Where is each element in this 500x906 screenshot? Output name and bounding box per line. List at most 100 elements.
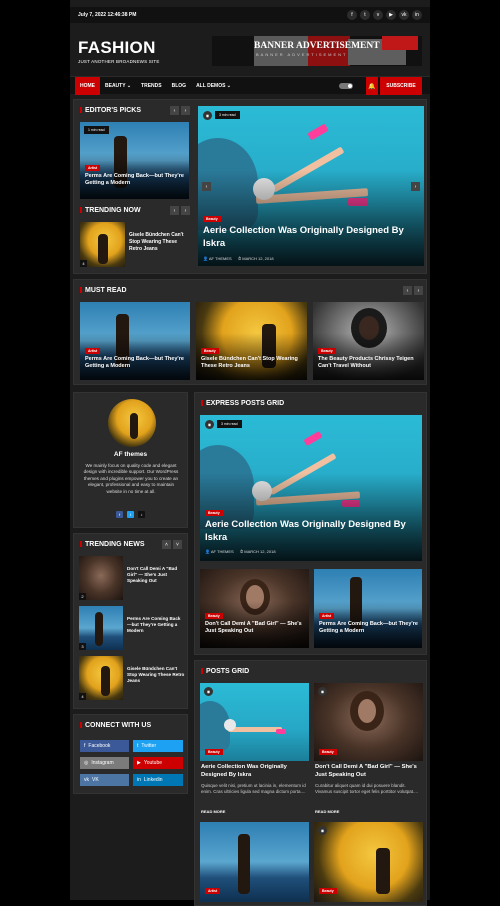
model-figure [238, 834, 250, 894]
must-read-card[interactable]: Beauty Gisele Bündchen Can't Stop Wearin… [196, 302, 307, 380]
grid-post-image[interactable]: ◉ Beauty [314, 822, 423, 902]
post-author[interactable]: 👤 AF THEMES [203, 256, 232, 261]
post-title[interactable]: Don't Call Demi A "Bad Girl" — She's Jus… [315, 764, 423, 780]
nav-item-beauty[interactable]: BEAUTY ⌄ [100, 77, 136, 95]
twitter-icon[interactable]: t [360, 10, 370, 20]
post-title[interactable]: Aerie Collection Was Originally Designed… [201, 764, 307, 780]
grid-post-image[interactable]: ◉ Beauty [314, 683, 423, 761]
grid-post-image[interactable]: Artist [200, 822, 309, 902]
twitter-button[interactable]: t Twitter [133, 740, 183, 752]
instagram-button[interactable]: ◎ Instagram [80, 757, 129, 769]
nav-item-all-demos[interactable]: ALL DEMOS ⌄ [191, 77, 236, 95]
category-badge[interactable]: Beauty [205, 613, 223, 619]
facebook-button[interactable]: f Facebook [80, 740, 129, 752]
model-figure [95, 612, 103, 646]
category-badge[interactable]: Beauty [205, 749, 223, 755]
featured-post-card[interactable]: ◉ 3 min read ‹ › Beauty Aerie Collection… [198, 106, 424, 266]
trending-now-post-title[interactable]: Gisele Bündchen Can't Stop Wearing These… [129, 232, 191, 252]
vk-icon: vk [84, 777, 89, 783]
nav-item-home[interactable]: HOME [75, 77, 100, 95]
camera-icon: ◉ [203, 111, 212, 120]
prev-arrow-icon[interactable]: ‹ [170, 106, 179, 115]
trending-now-thumb[interactable]: 4 [80, 222, 125, 267]
category-badge[interactable]: Beauty [319, 888, 337, 894]
featured-post-title[interactable]: Aerie Collection Was Originally Designed… [203, 225, 413, 251]
main-navigation: HOME BEAUTY ⌄ TRENDS BLOG ALL DEMOS ⌄ 🔔 … [70, 76, 430, 95]
next-arrow-icon[interactable]: › [181, 206, 190, 215]
post-title[interactable]: The Beauty Products Chrissy Teigen Can't… [318, 356, 422, 371]
featured-arrows: › [411, 182, 420, 191]
down-arrow-icon[interactable]: ˅ [173, 540, 182, 549]
category-badge[interactable]: Beauty [203, 216, 221, 222]
twitter-icon[interactable]: t [127, 511, 134, 518]
date-text: MARCH 12, 2018 [244, 549, 276, 554]
tiktok-icon[interactable]: ♪ [138, 511, 145, 518]
trending-news-thumb[interactable]: 2 [79, 556, 123, 600]
nav-item-trends[interactable]: TRENDS [136, 77, 167, 95]
nav-item-blog[interactable]: BLOG [167, 77, 191, 95]
editors-pick-card[interactable]: 1 min read Artist Perms Are Coming Back—… [80, 122, 189, 199]
bell-icon[interactable]: 🔔 [366, 77, 378, 95]
post-title[interactable]: Perms Are Coming Back—but They're Gettin… [319, 621, 419, 636]
facebook-icon[interactable]: f [116, 511, 123, 518]
prev-arrow-icon[interactable]: ‹ [170, 206, 179, 215]
youtube-button[interactable]: ▶ Youtube [133, 757, 183, 769]
connect-title: CONNECT WITH US [80, 722, 151, 729]
avatar[interactable] [108, 399, 156, 447]
facebook-icon[interactable]: f [347, 10, 357, 20]
up-arrow-icon[interactable]: ˄ [162, 540, 171, 549]
post-author[interactable]: 👤 AF THEMES [205, 549, 234, 554]
site-title[interactable]: FASHION [78, 38, 160, 58]
post-title[interactable]: Perms Are Coming Back—but They're Gettin… [85, 173, 185, 188]
next-arrow-icon[interactable]: › [181, 106, 190, 115]
button-label: Youtube [143, 760, 163, 766]
express-main-card[interactable]: ◉ 3 min read Beauty Aerie Collection Was… [200, 415, 422, 561]
author-name[interactable]: AF THEMES [211, 549, 234, 554]
category-badge[interactable]: Beauty [318, 348, 336, 354]
vk-icon[interactable]: vk [399, 10, 409, 20]
prev-arrow-icon[interactable]: ‹ [202, 182, 211, 191]
express-small-card[interactable]: Beauty Don't Call Demi A "Bad Girl" — Sh… [200, 569, 309, 648]
category-badge[interactable]: Artist [205, 888, 221, 894]
editors-picks-arrows: ‹ › [170, 106, 190, 115]
category-badge[interactable]: Beauty [205, 510, 223, 516]
category-badge[interactable]: Artist [85, 348, 101, 354]
post-title[interactable]: Don't Call Demi A "Bad Girl" — She's Jus… [205, 621, 305, 636]
author-name[interactable]: AF themes [74, 451, 187, 460]
read-more-link[interactable]: READ MORE [201, 809, 225, 814]
prev-arrow-icon[interactable]: ‹ [403, 286, 412, 295]
next-arrow-icon[interactable]: › [411, 182, 420, 191]
must-read-card[interactable]: Beauty The Beauty Products Chrissy Teige… [313, 302, 424, 380]
trending-news-post-title[interactable]: Gisele Bündchen Can't Stop Wearing These… [127, 666, 185, 685]
trending-news-thumb[interactable]: 4 [79, 656, 123, 700]
read-more-link[interactable]: READ MORE [315, 809, 339, 814]
vimeo-icon[interactable]: v [373, 10, 383, 20]
category-badge[interactable]: Beauty [201, 348, 219, 354]
vk-button[interactable]: vk VK [80, 774, 129, 786]
express-small-card[interactable]: Artist Perms Are Coming Back—but They're… [314, 569, 422, 648]
image-overlay [198, 170, 424, 266]
author-name[interactable]: AF THEMES [209, 256, 232, 261]
rank-number: 3 [79, 643, 86, 650]
youtube-icon[interactable]: ▶ [386, 10, 396, 20]
category-badge[interactable]: Beauty [319, 749, 337, 755]
dark-mode-toggle[interactable] [339, 83, 353, 89]
subscribe-button[interactable]: SUBSCRIBE [380, 77, 422, 95]
post-title[interactable]: Perms Are Coming Back—but They're Gettin… [85, 356, 185, 371]
next-arrow-icon[interactable]: › [414, 286, 423, 295]
linkedin-button[interactable]: in Linkedin [133, 774, 183, 786]
banner-advertisement[interactable]: BANNER ADVERTISEMENT BANNER ADVERTISEMEN… [212, 36, 422, 66]
must-read-card[interactable]: Artist Perms Are Coming Back—but They're… [80, 302, 190, 380]
site-branding: FASHION JUST ANOTHER BROADNEWS SITE [78, 38, 160, 64]
linkedin-icon[interactable]: in [412, 10, 422, 20]
post-title[interactable]: Gisele Bündchen Can't Stop Wearing These… [201, 356, 305, 371]
grid-post-image[interactable]: ◉ Beauty [200, 683, 309, 761]
category-badge[interactable]: Artist [319, 613, 335, 619]
category-badge[interactable]: Artist [85, 165, 101, 171]
express-main-title[interactable]: Aerie Collection Was Originally Designed… [205, 519, 417, 545]
trending-news-post-title[interactable]: Don't Call Demi A "Bad Girl" — She's Jus… [127, 566, 185, 585]
trending-news-post-title[interactable]: Perms Are Coming Back—but They're Gettin… [127, 616, 185, 635]
trending-news-thumb[interactable]: 3 [79, 606, 123, 650]
express-posts-section: EXPRESS POSTS GRID ◉ 3 min read Beauty A… [194, 392, 427, 655]
header-social-links: f t v ▶ vk in [347, 10, 422, 20]
